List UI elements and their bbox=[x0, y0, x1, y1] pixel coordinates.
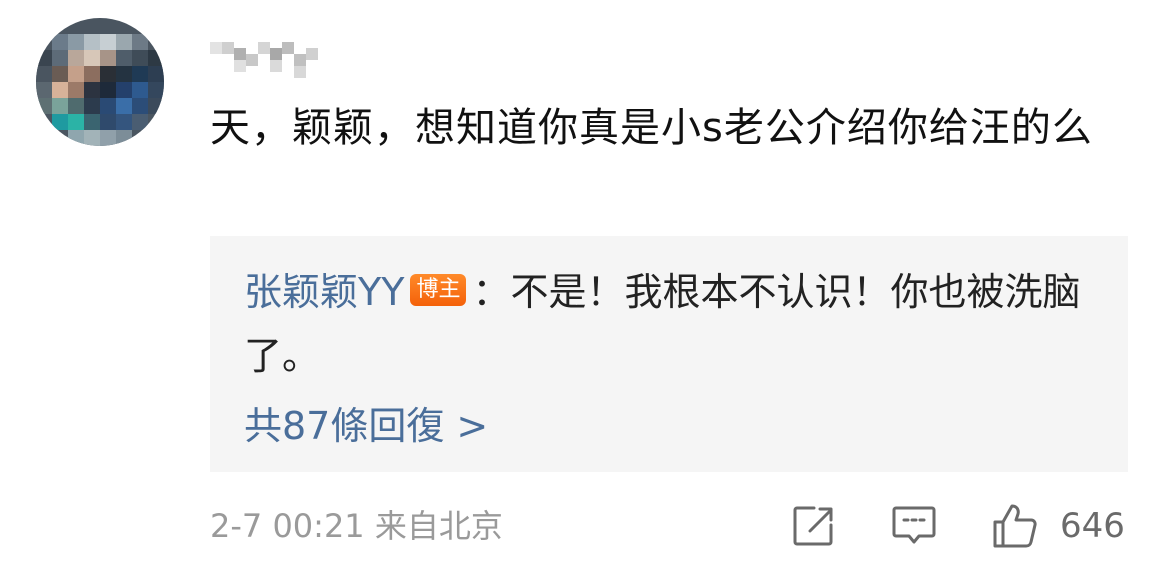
author-badge: 博主 bbox=[410, 273, 467, 306]
reply-line: 张颖颖YY 博主 ：不是！我根本不认识！你也被洗脑了。 bbox=[244, 260, 1104, 388]
share-icon bbox=[790, 503, 836, 549]
location: 来自北京 bbox=[374, 507, 503, 545]
comment-meta: 2-7 00:21 来自北京 bbox=[210, 502, 503, 550]
reply-box[interactable]: 张颖颖YY 博主 ：不是！我根本不认识！你也被洗脑了。 共87條回復 > bbox=[210, 236, 1128, 472]
timestamp: 2-7 00:21 bbox=[210, 507, 365, 545]
more-replies-link[interactable]: 共87條回復 > bbox=[244, 398, 488, 454]
like-button[interactable]: 646 bbox=[990, 500, 1125, 552]
reply-author-link[interactable]: 张颖颖YY bbox=[244, 270, 404, 314]
avatar[interactable] bbox=[36, 18, 164, 146]
comment-text: 天，颖颖，想知道你真是小s老公介绍你给汪的么 bbox=[210, 105, 1093, 151]
like-count: 646 bbox=[1060, 506, 1125, 546]
username-blurred[interactable] bbox=[210, 34, 340, 78]
share-button[interactable] bbox=[790, 500, 836, 552]
comment-icon bbox=[890, 502, 938, 550]
comment-button[interactable] bbox=[890, 500, 938, 552]
thumbs-up-icon bbox=[990, 501, 1040, 551]
